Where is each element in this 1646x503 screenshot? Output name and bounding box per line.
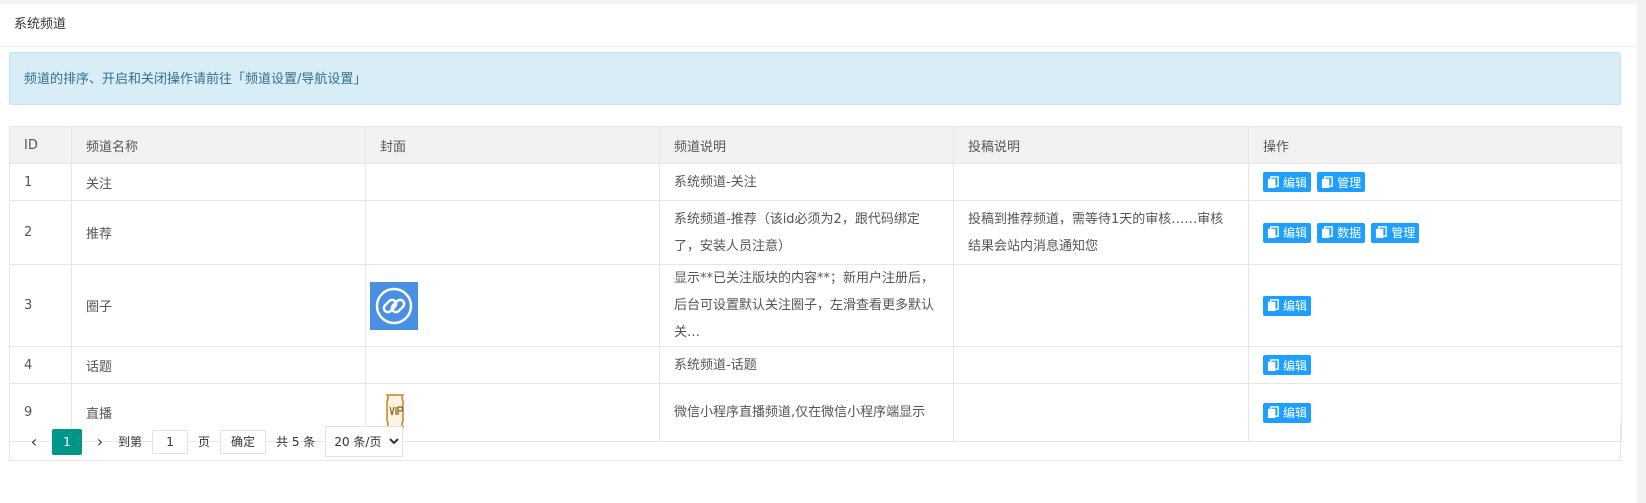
cell-cover (365, 264, 660, 347)
goto-label: 到第 (118, 435, 143, 449)
cell-cover (365, 200, 660, 265)
col-header-actions: 操作 (1248, 126, 1622, 164)
pagination: ‹ 1 › 到第 页 确定 共 5 条 20 条/页 (9, 423, 1621, 461)
page-number-input[interactable] (152, 429, 189, 454)
cell-submit: 投稿到推荐频道，需等待1天的审核……审核结果会站内消息通知您 (953, 200, 1249, 265)
cell-actions: 编辑 数据 管理 (1248, 200, 1622, 265)
cell-name: 圈子 (71, 264, 366, 347)
cell-submit (953, 163, 1249, 201)
next-page-icon[interactable]: › (88, 429, 112, 455)
copy-icon (1376, 226, 1388, 239)
channel-table: ID 频道名称 封面 频道说明 投稿说明 操作 1 关注 系统频道-关注 编辑 … (9, 126, 1622, 442)
cell-id: 3 (9, 264, 72, 347)
cell-actions: 编辑 (1248, 346, 1622, 384)
cell-actions: 编辑 (1248, 264, 1622, 347)
link-icon (370, 281, 418, 330)
col-header-cover: 封面 (365, 126, 660, 164)
cell-id: 1 (9, 163, 72, 201)
current-page[interactable]: 1 (52, 428, 82, 455)
table-row: 2 推荐 系统频道-推荐（该id必须为2，跟代码绑定了，安装人员注意） 投稿到推… (9, 200, 1622, 265)
vertical-scrollbar[interactable] (1637, 0, 1646, 503)
edit-button[interactable]: 编辑 (1263, 295, 1312, 316)
table-row: 3 圈子 显示**已关注版块的内容**；新用户注册后，后台可设置默认关注圈子，左… (9, 264, 1622, 347)
total-count: 共 5 条 (276, 435, 316, 449)
edit-button[interactable]: 编辑 (1263, 222, 1312, 243)
cell-name: 关注 (71, 163, 366, 201)
page-size-select[interactable]: 20 条/页 (325, 426, 404, 457)
data-button[interactable]: 数据 (1317, 222, 1366, 243)
table-row: 1 关注 系统频道-关注 编辑 管理 (9, 163, 1622, 201)
cell-desc: 显示**已关注版块的内容**；新用户注册后，后台可设置默认关注圈子，左滑查看更多… (659, 264, 954, 347)
copy-icon (1267, 358, 1279, 371)
prev-page-icon[interactable]: ‹ (22, 429, 46, 455)
cell-id: 2 (9, 200, 72, 265)
confirm-button[interactable]: 确定 (220, 429, 267, 454)
cell-id: 4 (9, 346, 72, 384)
col-header-desc: 频道说明 (659, 126, 954, 164)
col-header-id: ID (9, 126, 72, 164)
col-header-name: 频道名称 (71, 126, 366, 164)
table-row: 4 话题 系统频道-话题 编辑 (9, 346, 1622, 384)
cell-submit (953, 264, 1249, 347)
copy-icon (1267, 226, 1279, 239)
cell-name: 推荐 (71, 200, 366, 265)
edit-button[interactable]: 编辑 (1263, 172, 1312, 192)
notice-banner: 频道的排序、开启和关闭操作请前往「频道设置/导航设置」 (9, 52, 1621, 105)
cell-desc: 系统频道-关注 (659, 163, 954, 201)
manage-button[interactable]: 管理 (1371, 222, 1420, 243)
edit-button[interactable]: 编辑 (1263, 402, 1312, 423)
copy-icon (1322, 226, 1333, 239)
table-header-row: ID 频道名称 封面 频道说明 投稿说明 操作 (9, 126, 1622, 164)
cell-desc: 系统频道-话题 (659, 346, 954, 384)
cell-cover (365, 346, 660, 384)
cell-submit (953, 346, 1249, 384)
panel-title: 系统频道 (0, 4, 1637, 47)
col-header-submit: 投稿说明 (953, 126, 1249, 164)
page-unit-label: 页 (198, 435, 211, 449)
cell-name: 话题 (71, 346, 366, 384)
copy-icon (1267, 175, 1279, 188)
cell-cover (365, 163, 660, 201)
cell-desc: 系统频道-推荐（该id必须为2，跟代码绑定了，安装人员注意） (659, 200, 954, 265)
edit-button[interactable]: 编辑 (1263, 355, 1312, 375)
copy-icon (1322, 175, 1333, 188)
manage-button[interactable]: 管理 (1317, 172, 1366, 192)
cell-actions: 编辑 管理 (1248, 163, 1622, 201)
copy-icon (1267, 299, 1279, 312)
copy-icon (1267, 406, 1279, 419)
